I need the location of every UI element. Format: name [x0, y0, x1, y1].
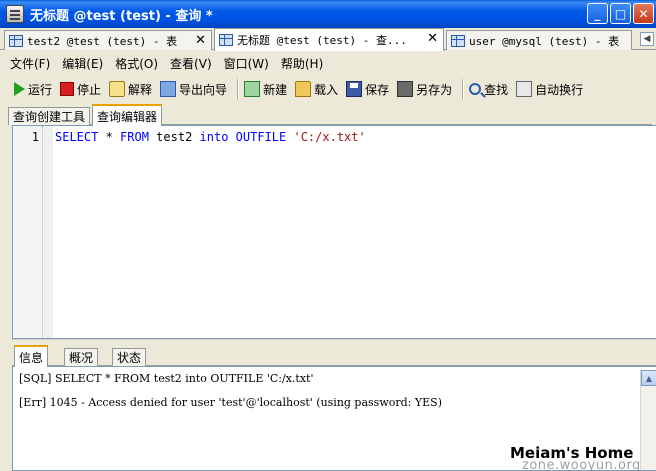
tab-info[interactable]: 信息: [14, 345, 49, 367]
keyword-into: into: [199, 130, 229, 144]
doc-tab-user[interactable]: user @mysql (test) - 表: [446, 30, 632, 50]
table-icon: [451, 34, 465, 47]
save-button[interactable]: 保存: [346, 81, 389, 98]
menu-edit[interactable]: 编辑(E): [62, 55, 103, 72]
explain-icon: [109, 81, 126, 97]
doc-tab-label: 无标题 @test (test) - 查...: [237, 34, 407, 47]
watermark-site: zone.wooyun.org: [522, 458, 641, 471]
find-button[interactable]: 查找: [469, 81, 508, 98]
doc-tab-label: test2 @test (test) - 表: [27, 34, 178, 48]
toolbar-separator: [237, 79, 239, 99]
sql-editor[interactable]: 1 SELECT * FROM test2 into OUTFILE 'C:/x…: [12, 125, 656, 339]
menu-file[interactable]: 文件(F): [10, 55, 50, 72]
export-wizard-label: 导出向导: [179, 82, 228, 97]
app-icon: [6, 5, 24, 23]
document-tab-strip: test2 @test (test) - 表 ✕ 无标题 @test (test…: [0, 28, 656, 51]
window-controls: _ □ ✕: [587, 3, 654, 24]
close-button[interactable]: ✕: [633, 3, 654, 24]
explain-label: 解释: [128, 82, 153, 97]
line-number: 1: [31, 130, 39, 144]
window-title: 无标题 @test (test) - 查询 *: [30, 8, 213, 24]
save-as-label: 另存为: [416, 82, 453, 97]
tab-prev-icon[interactable]: ◀: [640, 32, 654, 46]
keyword-select: SELECT: [55, 130, 99, 144]
load-button[interactable]: 载入: [295, 81, 338, 98]
new-button[interactable]: 新建: [244, 81, 287, 98]
token-table: test2: [148, 130, 200, 144]
tab-scroll-buttons: ◀: [640, 32, 654, 46]
word-wrap-icon: [516, 81, 533, 97]
tab-profile[interactable]: 概况: [64, 348, 99, 366]
run-label: 运行: [28, 82, 53, 97]
doc-tab-label: user @mysql (test) - 表: [469, 34, 620, 48]
stop-label: 停止: [77, 82, 102, 97]
line-gutter: 1: [13, 126, 43, 338]
new-label: 新建: [263, 82, 288, 97]
menu-view[interactable]: 查看(V): [170, 55, 212, 72]
menu-format[interactable]: 格式(O): [115, 55, 158, 72]
word-wrap-label: 自动换行: [535, 82, 584, 97]
export-wizard-button[interactable]: 导出向导: [160, 81, 227, 98]
maximize-button[interactable]: □: [610, 3, 631, 24]
save-as-icon: [397, 81, 414, 97]
explain-button[interactable]: 解释: [109, 81, 152, 98]
tab-close-icon[interactable]: ✕: [427, 31, 438, 46]
scroll-up-icon[interactable]: ▲: [641, 370, 656, 386]
menu-bar: 文件(F) 编辑(E) 格式(O) 查看(V) 窗口(W) 帮助(H): [0, 52, 656, 74]
toolbar-separator: [462, 79, 464, 99]
vertical-scrollbar[interactable]: ▲: [640, 370, 656, 470]
menu-window[interactable]: 窗口(W): [224, 55, 269, 72]
result-tabs: 信息 概况 状态: [12, 345, 656, 367]
stop-button[interactable]: 停止: [60, 81, 101, 98]
title-bar: 无标题 @test (test) - 查询 * _ □ ✕: [0, 0, 656, 28]
tab-query-editor[interactable]: 查询编辑器: [92, 104, 163, 126]
new-icon: [244, 81, 261, 97]
load-label: 载入: [314, 82, 339, 97]
find-label: 查找: [484, 82, 509, 97]
doc-tab-test2[interactable]: test2 @test (test) - 表 ✕: [4, 30, 212, 50]
menu-help[interactable]: 帮助(H): [281, 55, 323, 72]
tab-query-builder[interactable]: 查询创建工具: [8, 107, 91, 125]
fold-margin: [43, 126, 53, 338]
export-icon: [160, 81, 177, 97]
find-icon: [469, 83, 482, 95]
keyword-outfile: OUTFILE: [235, 130, 287, 144]
table-icon: [9, 34, 23, 47]
word-wrap-button[interactable]: 自动换行: [516, 81, 583, 98]
stop-icon: [60, 82, 75, 96]
token-string: 'C:/x.txt': [286, 130, 366, 144]
tab-status[interactable]: 状态: [112, 348, 147, 366]
toolbar: 运行 停止 解释 导出向导 新建 载入 保存 另存为 查找 自动换行: [0, 76, 656, 102]
query-mode-tabs: 查询创建工具 查询编辑器: [8, 104, 652, 126]
load-icon: [295, 81, 312, 97]
sql-message: [SQL] SELECT * FROM test2 into OUTFILE '…: [19, 372, 314, 385]
run-icon: [14, 82, 25, 96]
token-star: *: [98, 130, 121, 144]
minimize-button[interactable]: _: [587, 3, 608, 24]
doc-tab-untitled-query[interactable]: 无标题 @test (test) - 查... ✕: [214, 28, 444, 51]
run-button[interactable]: 运行: [12, 81, 52, 98]
save-as-button[interactable]: 另存为: [397, 81, 452, 98]
query-icon: [219, 34, 233, 46]
save-label: 保存: [365, 82, 390, 97]
save-icon: [346, 81, 363, 97]
code-line[interactable]: SELECT * FROM test2 into OUTFILE 'C:/x.t…: [55, 130, 366, 144]
keyword-from: FROM: [120, 130, 149, 144]
tab-close-icon[interactable]: ✕: [195, 33, 206, 48]
error-message: [Err] 1045 - Access denied for user 'tes…: [19, 396, 442, 409]
